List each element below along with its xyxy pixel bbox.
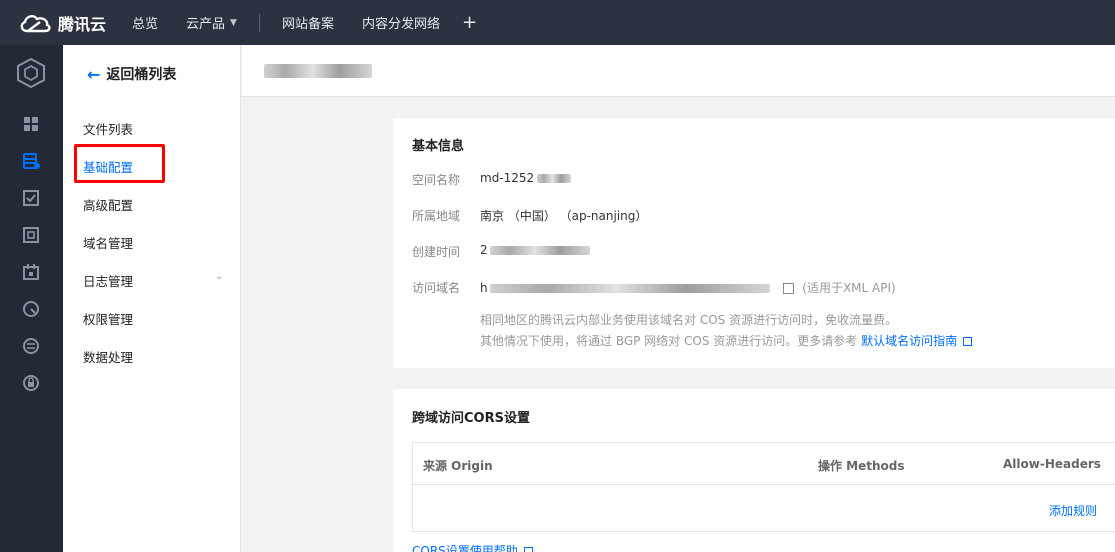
- bucket-side-menu: ← 返回桶列表 文件列表 基础配置 高级配置 域名管理 日志管理 ⌄ 权限管理 数…: [63, 45, 241, 552]
- menu-item-label: 文件列表: [83, 122, 134, 137]
- menu-item-label: 权限管理: [83, 312, 134, 327]
- cors-title: 跨域访问CORS设置: [412, 411, 530, 426]
- nav-cdn[interactable]: 内容分发网络: [362, 13, 440, 32]
- menu-item-permission-management[interactable]: 权限管理: [83, 309, 133, 328]
- access-domain-label: 访问域名: [412, 281, 461, 295]
- bucket-storage-icon[interactable]: [22, 152, 40, 170]
- menu-item-advanced-config[interactable]: 高级配置: [83, 195, 133, 214]
- nav-products[interactable]: 云产品 ▼: [186, 13, 237, 32]
- cors-rules-table: 来源 Origin 操作 Methods Allow-Headers 添加规则: [412, 442, 1115, 532]
- chevron-down-icon: ⌄: [215, 271, 224, 282]
- xml-api-note: (适用于XML API): [802, 281, 896, 295]
- nav-overview[interactable]: 总览: [132, 13, 158, 32]
- external-link-icon: [523, 547, 533, 552]
- add-rule-button[interactable]: 添加规则: [1049, 502, 1097, 519]
- column-allow-headers: Allow-Headers: [1003, 457, 1101, 471]
- menu-item-domain-management[interactable]: 域名管理: [83, 233, 133, 252]
- menu-item-label: 日志管理: [83, 274, 134, 289]
- region-value: 南京 （中国） （ap-nanjing）: [480, 209, 648, 223]
- column-methods: 操作 Methods: [818, 459, 905, 473]
- basic-info-card: 基本信息 空间名称 md-1252 所属地域 南京 （中国） （ap-nanji…: [393, 118, 1115, 368]
- nav-overview-label: 总览: [132, 17, 159, 32]
- nav-divider: [258, 13, 260, 32]
- default-domain-guide-link[interactable]: 默认域名访问指南: [861, 334, 957, 348]
- menu-item-label: 数据处理: [83, 350, 134, 365]
- chevron-down-icon: ▼: [230, 17, 237, 28]
- list-circle-icon[interactable]: [22, 337, 40, 355]
- nav-icp[interactable]: 网站备案: [282, 13, 334, 32]
- bucket-name-label: 空间名称: [412, 173, 461, 187]
- dashboard-grid-icon[interactable]: [22, 115, 40, 133]
- product-icon-rail: [0, 45, 63, 552]
- task-check-icon[interactable]: [22, 189, 40, 207]
- domain-hint-line-1: 相同地区的腾讯云内部业务使用该域名对 COS 资源进行访问时，免收流量费。: [480, 313, 898, 327]
- cors-settings-card: 跨域访问CORS设置 来源 Origin 操作 Methods Allow-He…: [393, 389, 1115, 552]
- bucket-name-value: md-1252: [480, 171, 572, 185]
- bucket-header: [242, 45, 1115, 97]
- back-link-label: 返回桶列表: [106, 67, 177, 83]
- copy-icon[interactable]: [783, 283, 795, 294]
- menu-item-log-management[interactable]: 日志管理 ⌄: [83, 271, 223, 290]
- bucket-name-redacted: [264, 64, 372, 78]
- security-lock-icon[interactable]: [22, 374, 40, 392]
- cors-help-link[interactable]: CORS设置使用帮助: [412, 542, 533, 552]
- column-origin: 来源 Origin: [423, 459, 493, 473]
- calendar-icon[interactable]: [22, 263, 40, 281]
- nav-products-label: 云产品: [186, 17, 226, 32]
- brand-name: 腾讯云: [58, 14, 107, 34]
- add-shortcut-icon[interactable]: +: [462, 12, 477, 33]
- created-time-label: 创建时间: [412, 245, 461, 259]
- menu-item-data-processing[interactable]: 数据处理: [83, 347, 133, 366]
- inventory-icon[interactable]: [22, 226, 40, 244]
- arrow-left-icon: ←: [87, 64, 101, 84]
- external-link-icon: [963, 337, 973, 346]
- region-label: 所属地域: [412, 209, 461, 223]
- created-time-value: 2: [480, 243, 590, 257]
- menu-item-label: 高级配置: [83, 198, 134, 213]
- monitor-gauge-icon[interactable]: [22, 300, 40, 318]
- menu-item-file-list[interactable]: 文件列表: [83, 119, 133, 138]
- back-to-bucket-list-link[interactable]: ← 返回桶列表: [87, 64, 176, 84]
- tencent-cloud-logo-icon: [20, 14, 51, 32]
- basic-info-title: 基本信息: [412, 139, 465, 154]
- domain-hint-line-2: 其他情况下使用，将通过 BGP 网络对 COS 资源进行访问。更多请参考 默认域…: [480, 332, 973, 349]
- cos-product-icon[interactable]: [16, 57, 46, 89]
- top-navbar: 腾讯云 总览 云产品 ▼ 网站备案 内容分发网络 +: [0, 0, 1115, 45]
- nav-icp-label: 网站备案: [281, 17, 334, 32]
- access-domain-value: h (适用于XML API): [480, 281, 896, 295]
- highlight-box-basic-config: [74, 144, 165, 183]
- nav-cdn-label: 内容分发网络: [361, 17, 440, 32]
- menu-item-label: 域名管理: [83, 236, 134, 251]
- table-header: 来源 Origin 操作 Methods Allow-Headers: [413, 443, 1115, 485]
- brand[interactable]: 腾讯云: [0, 11, 132, 35]
